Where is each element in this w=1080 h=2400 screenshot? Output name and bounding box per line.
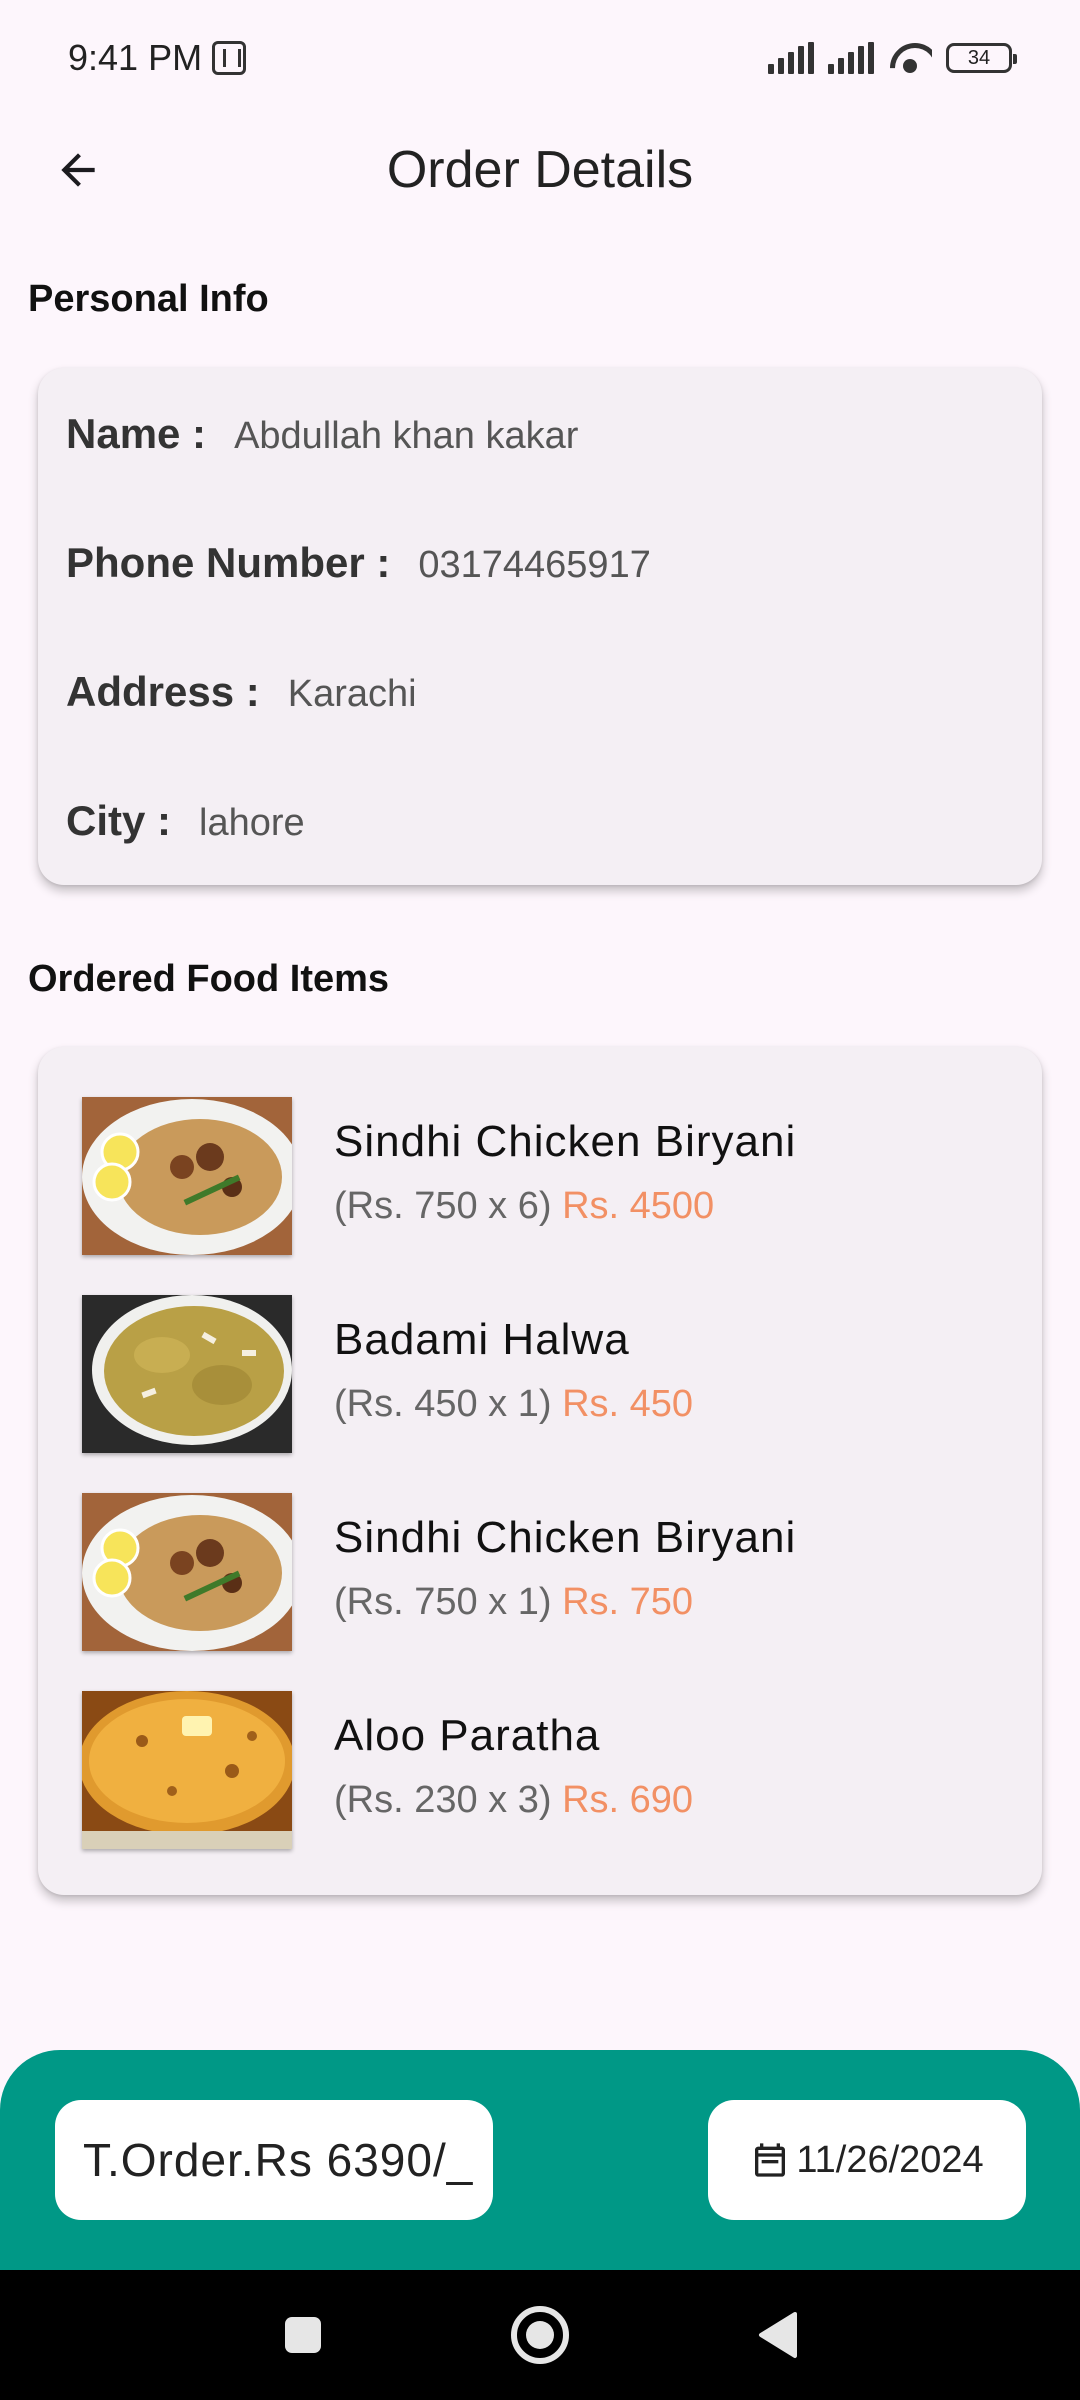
square-icon xyxy=(285,2317,321,2353)
status-bar: 9:41 PM 34 xyxy=(0,0,1080,116)
paratha-image xyxy=(82,1691,292,1849)
line-total: Rs. 690 xyxy=(562,1779,694,1821)
triangle-back-icon xyxy=(759,2312,797,2358)
list-item[interactable]: Aloo Paratha (Rs. 230 x 3) Rs. 690 xyxy=(82,1691,1002,1851)
info-row-phone: Phone Number : 03174465917 xyxy=(66,539,651,587)
order-summary-bar: T.Order.Rs 6390/_ 11/26/2024 xyxy=(0,2050,1080,2270)
line-total: Rs. 750 xyxy=(562,1581,694,1623)
wifi-icon xyxy=(888,41,932,75)
line-total: Rs. 450 xyxy=(562,1383,694,1425)
list-item[interactable]: Sindhi Chicken Biryani (Rs. 750 x 1) Rs.… xyxy=(82,1493,1002,1653)
biryani-image xyxy=(82,1493,292,1651)
food-price: (Rs. 750 x 1) Rs. 750 xyxy=(334,1581,693,1624)
city-value: lahore xyxy=(199,802,305,844)
signal-icon xyxy=(768,42,814,74)
list-item[interactable]: Sindhi Chicken Biryani (Rs. 750 x 6) Rs.… xyxy=(82,1097,1002,1257)
home-circle-icon xyxy=(511,2306,569,2364)
status-left: 9:41 PM xyxy=(68,37,247,79)
address-label: Address : xyxy=(66,668,260,715)
signal-icon xyxy=(828,42,874,74)
personal-info-heading: Personal Info xyxy=(28,278,269,320)
info-row-name: Name : Abdullah khan kakar xyxy=(66,410,578,458)
food-name: Aloo Paratha xyxy=(334,1711,601,1760)
info-row-address: Address : Karachi xyxy=(66,668,417,716)
order-date: 11/26/2024 xyxy=(796,2138,984,2181)
phone-value: 03174465917 xyxy=(418,544,651,586)
phone-label: Phone Number : xyxy=(66,539,391,586)
nfc-icon xyxy=(212,41,247,75)
personal-info-card: Name : Abdullah khan kakar Phone Number … xyxy=(38,368,1042,885)
address-value: Karachi xyxy=(287,673,417,715)
list-item[interactable]: Badami Halwa (Rs. 450 x 1) Rs. 450 xyxy=(82,1295,1002,1455)
unit-price: (Rs. 230 x 3) xyxy=(334,1779,552,1821)
unit-price: (Rs. 750 x 6) xyxy=(334,1185,552,1227)
home-button[interactable] xyxy=(505,2300,575,2370)
status-right: 34 xyxy=(768,41,1017,75)
page-title: Order Details xyxy=(386,141,694,199)
ordered-items-card: Sindhi Chicken Biryani (Rs. 750 x 6) Rs.… xyxy=(38,1047,1042,1895)
city-label: City : xyxy=(66,797,171,844)
name-label: Name : xyxy=(66,410,207,457)
battery-level: 34 xyxy=(967,46,991,69)
total-order-chip: T.Order.Rs 6390/_ xyxy=(55,2100,493,2220)
halwa-image xyxy=(82,1295,292,1453)
food-price: (Rs. 230 x 3) Rs. 690 xyxy=(334,1779,693,1822)
battery-icon: 34 xyxy=(946,43,1017,73)
top-app-bar: Order Details xyxy=(0,116,1080,224)
biryani-image xyxy=(82,1097,292,1255)
line-total: Rs. 4500 xyxy=(562,1185,715,1227)
food-price: (Rs. 450 x 1) Rs. 450 xyxy=(334,1383,693,1426)
order-details-screen: 9:41 PM 34 Order Details Personal Info N… xyxy=(0,0,1080,2400)
name-value: Abdullah khan kakar xyxy=(234,415,579,457)
system-nav-bar xyxy=(0,2270,1080,2400)
info-row-city: City : lahore xyxy=(66,797,305,845)
food-name: Badami Halwa xyxy=(334,1315,630,1364)
food-name: Sindhi Chicken Biryani xyxy=(334,1513,797,1562)
food-name: Sindhi Chicken Biryani xyxy=(334,1117,797,1166)
unit-price: (Rs. 750 x 1) xyxy=(334,1581,552,1623)
status-time: 9:41 PM xyxy=(68,37,203,78)
order-date-chip[interactable]: 11/26/2024 xyxy=(708,2100,1026,2220)
ordered-items-heading: Ordered Food Items xyxy=(28,958,390,1000)
back-nav-button[interactable] xyxy=(742,2300,812,2370)
recents-button[interactable] xyxy=(268,2300,338,2370)
unit-price: (Rs. 450 x 1) xyxy=(334,1383,552,1425)
food-price: (Rs. 750 x 6) Rs. 4500 xyxy=(334,1185,714,1228)
calendar-icon xyxy=(755,2143,786,2177)
